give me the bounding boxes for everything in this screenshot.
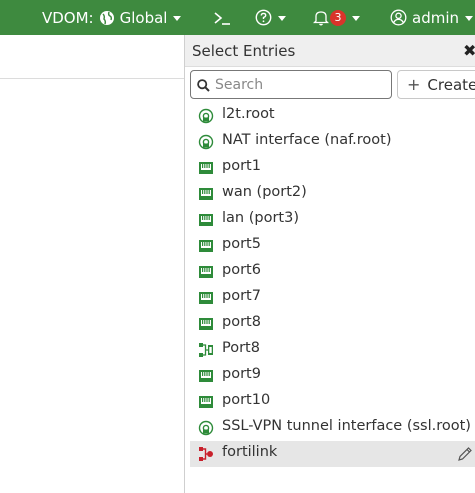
plus-icon: + xyxy=(407,75,421,94)
physical-port-icon xyxy=(198,290,214,306)
switch-interface-icon xyxy=(198,342,214,358)
entry-row[interactable]: port9 xyxy=(190,363,475,389)
entry-label: Port8 xyxy=(222,340,260,356)
entry-row[interactable]: wan (port2) xyxy=(190,181,475,207)
select-entries-panel: Select Entries ✖ + Create l2t.root NAT in… xyxy=(184,35,475,493)
bell-icon xyxy=(313,9,329,26)
entry-row[interactable]: NAT interface (naf.root) xyxy=(190,129,475,155)
entry-row[interactable]: lan (port3) xyxy=(190,207,475,233)
chevron-down-icon xyxy=(278,16,286,21)
fortilink-icon xyxy=(198,446,214,462)
help-icon xyxy=(255,9,272,26)
notification-count-badge: 3 xyxy=(330,9,346,26)
cli-console-button[interactable] xyxy=(213,0,231,35)
tunnel-interface-icon xyxy=(198,420,214,436)
entry-list: l2t.root NAT interface (naf.root) port1 wan… xyxy=(190,103,475,467)
entry-row[interactable]: port8 xyxy=(190,311,475,337)
entry-label: port8 xyxy=(222,314,261,330)
entry-row[interactable]: port1 xyxy=(190,155,475,181)
create-button-label: Create xyxy=(427,75,475,94)
entry-label: wan (port2) xyxy=(222,184,307,200)
page-content-area xyxy=(0,79,184,493)
top-navigation-bar: VDOM: Global 3 admin xyxy=(0,0,475,35)
vdom-label: VDOM: xyxy=(42,8,94,27)
entry-label: port9 xyxy=(222,366,261,382)
entry-row[interactable]: SSL-VPN tunnel interface (ssl.root) xyxy=(190,415,475,441)
user-name: admin xyxy=(412,8,459,27)
create-button[interactable]: + Create xyxy=(397,70,475,99)
physical-port-icon xyxy=(198,264,214,280)
entry-label: l2t.root xyxy=(222,106,275,122)
notifications-button[interactable]: 3 xyxy=(313,0,360,35)
physical-port-icon xyxy=(198,394,214,410)
pencil-icon[interactable] xyxy=(457,446,473,462)
entry-label: lan (port3) xyxy=(222,210,299,226)
chevron-down-icon xyxy=(352,16,360,21)
entry-label: port7 xyxy=(222,288,261,304)
panel-header: Select Entries ✖ xyxy=(185,35,475,67)
physical-port-icon xyxy=(198,316,214,332)
entry-label: port6 xyxy=(222,262,261,278)
tunnel-interface-icon xyxy=(198,134,214,150)
chevron-down-icon xyxy=(173,16,182,21)
terminal-icon xyxy=(213,10,231,26)
tunnel-interface-icon xyxy=(198,108,214,124)
entry-label: port5 xyxy=(222,236,261,252)
physical-port-icon xyxy=(198,160,214,176)
page-toolbar-strip xyxy=(0,35,184,79)
user-menu-button[interactable]: admin xyxy=(390,0,473,35)
entry-label: port10 xyxy=(222,392,271,408)
vdom-value: Global xyxy=(119,8,168,27)
entry-label: SSL-VPN tunnel interface (ssl.root) xyxy=(222,418,471,434)
search-box[interactable] xyxy=(190,70,392,99)
entry-row[interactable]: l2t.root xyxy=(190,103,475,129)
entry-row[interactable]: Port8 xyxy=(190,337,475,363)
entry-label: fortilink xyxy=(222,444,278,460)
search-icon xyxy=(197,78,210,92)
entry-row[interactable]: port6 xyxy=(190,259,475,285)
entry-label: port1 xyxy=(222,158,261,174)
globe-icon xyxy=(99,10,115,26)
entry-row[interactable]: port7 xyxy=(190,285,475,311)
vdom-selector[interactable]: VDOM: Global xyxy=(42,0,182,35)
panel-title: Select Entries xyxy=(192,42,296,60)
physical-port-icon xyxy=(198,238,214,254)
user-icon xyxy=(390,9,407,26)
physical-port-icon xyxy=(198,186,214,202)
entry-label: NAT interface (naf.root) xyxy=(222,132,392,148)
help-menu-button[interactable] xyxy=(255,0,286,35)
physical-port-icon xyxy=(198,368,214,384)
chevron-down-icon xyxy=(465,16,473,21)
physical-port-icon xyxy=(198,212,214,228)
entry-row[interactable]: port10 xyxy=(190,389,475,415)
close-icon[interactable]: ✖ xyxy=(463,41,475,60)
entry-row[interactable]: fortilink xyxy=(190,441,475,467)
search-input[interactable] xyxy=(215,75,385,95)
entry-row[interactable]: port5 xyxy=(190,233,475,259)
